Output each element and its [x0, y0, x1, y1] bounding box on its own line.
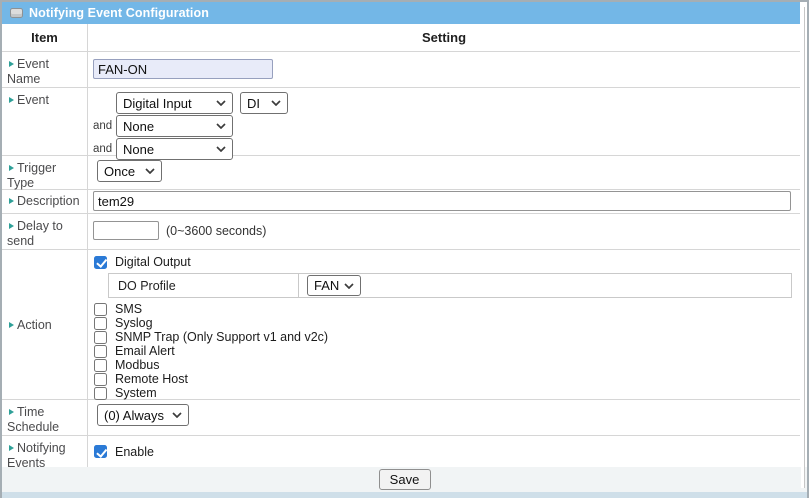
- notifying-event-config-panel: Notifying Event Configuration Item Setti…: [0, 0, 809, 498]
- window-panel-icon: [10, 8, 23, 18]
- row-description: Description: [2, 190, 800, 214]
- syslog-checkbox[interactable]: [94, 317, 107, 330]
- bullet-arrow-icon: [9, 445, 14, 451]
- bullet-arrow-icon: [9, 223, 14, 229]
- column-header-item: Item: [2, 24, 88, 51]
- save-button[interactable]: Save: [379, 469, 431, 490]
- and-label: and: [93, 120, 114, 132]
- description-label: Description: [17, 194, 80, 208]
- time-schedule-select[interactable]: (0) Always: [97, 404, 189, 426]
- email-alert-checkbox[interactable]: [94, 345, 107, 358]
- row-delay-to-send: Delay to send (0~3600 seconds): [2, 214, 800, 250]
- row-event: Event Digital Input DI and N: [2, 88, 800, 156]
- time-schedule-label: Time Schedule: [7, 405, 59, 434]
- do-profile-select[interactable]: FAN: [307, 275, 361, 296]
- event-label: Event: [17, 93, 49, 107]
- page-title: Notifying Event Configuration: [29, 6, 209, 20]
- title-bar: Notifying Event Configuration: [2, 2, 800, 24]
- and-label: and: [93, 143, 114, 155]
- row-trigger-type: Trigger Type Once: [2, 156, 800, 190]
- sms-checkbox[interactable]: [94, 303, 107, 316]
- chevron-down-icon: [172, 412, 182, 418]
- modbus-label: Modbus: [115, 358, 159, 372]
- digital-output-label: Digital Output: [115, 255, 191, 269]
- do-profile-label: DO Profile: [109, 274, 299, 297]
- delay-label: Delay to send: [7, 219, 63, 248]
- description-input[interactable]: [93, 191, 791, 211]
- event-name-input[interactable]: [93, 59, 273, 79]
- chevron-down-icon: [271, 100, 281, 106]
- notifying-events-label: Notifying Events: [7, 441, 66, 470]
- chevron-down-icon: [145, 168, 155, 174]
- scrollbar[interactable]: [801, 7, 805, 488]
- column-header-setting: Setting: [88, 24, 800, 51]
- event-and-select-1[interactable]: None: [116, 115, 233, 137]
- system-checkbox[interactable]: [94, 387, 107, 400]
- modbus-checkbox[interactable]: [94, 359, 107, 372]
- bullet-arrow-icon: [9, 198, 14, 204]
- sms-label: SMS: [115, 302, 142, 316]
- bullet-arrow-icon: [9, 97, 14, 103]
- enable-label: Enable: [115, 445, 154, 459]
- action-label: Action: [17, 318, 52, 332]
- chevron-down-icon: [216, 123, 226, 129]
- bullet-arrow-icon: [9, 322, 14, 328]
- bullet-arrow-icon: [9, 409, 14, 415]
- remote-host-checkbox[interactable]: [94, 373, 107, 386]
- bottom-strip: [2, 492, 809, 498]
- row-notifying-events: Notifying Events Enable: [2, 436, 800, 467]
- event-type-select[interactable]: Digital Input: [116, 92, 233, 114]
- event-subtype-select[interactable]: DI: [240, 92, 288, 114]
- chevron-down-icon: [216, 100, 226, 106]
- row-event-name: Event Name: [2, 52, 800, 88]
- bullet-arrow-icon: [9, 165, 14, 171]
- trigger-type-select[interactable]: Once: [97, 160, 162, 182]
- syslog-label: Syslog: [115, 316, 153, 330]
- row-time-schedule: Time Schedule (0) Always: [2, 400, 800, 436]
- table-header-row: Item Setting: [2, 24, 800, 52]
- chevron-down-icon: [216, 146, 226, 152]
- digital-output-checkbox[interactable]: [94, 256, 107, 269]
- snmp-trap-label: SNMP Trap (Only Support v1 and v2c): [115, 330, 328, 344]
- snmp-trap-checkbox[interactable]: [94, 331, 107, 344]
- footer-bar: Save: [2, 467, 807, 492]
- do-profile-table: DO Profile FAN: [108, 273, 792, 298]
- bullet-arrow-icon: [9, 61, 14, 67]
- remote-host-label: Remote Host: [115, 372, 188, 386]
- trigger-type-label: Trigger Type: [7, 161, 56, 190]
- email-alert-label: Email Alert: [115, 344, 175, 358]
- delay-input[interactable]: [93, 221, 159, 240]
- delay-hint: (0~3600 seconds): [166, 224, 266, 238]
- system-label: System: [115, 386, 157, 400]
- chevron-down-icon: [344, 283, 354, 289]
- row-action: Action Digital Output DO Profile FAN: [2, 250, 800, 400]
- enable-checkbox[interactable]: [94, 445, 107, 458]
